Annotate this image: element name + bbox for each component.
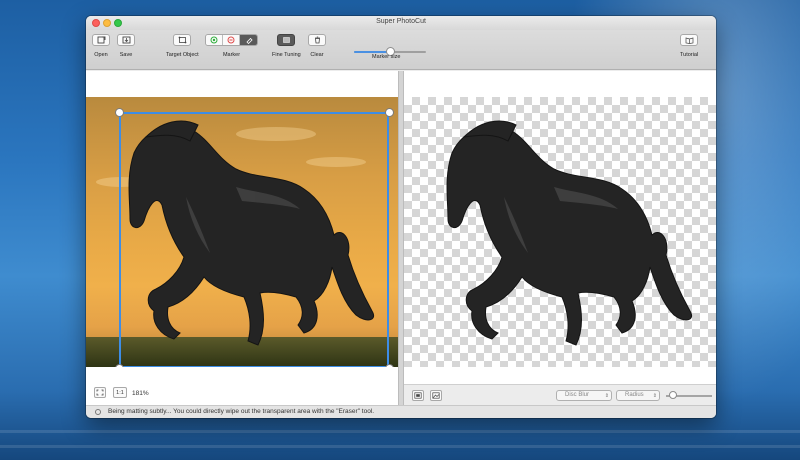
status-bar: Being matting subtly... You could direct… (86, 405, 716, 418)
source-pane: 1:1 181% (86, 71, 398, 405)
fit-screen-icon (96, 389, 104, 396)
tutorial-button-frame[interactable] (680, 34, 699, 46)
plus-circle-icon (210, 36, 218, 44)
save-label: Save (119, 52, 133, 58)
marker-size-label: Marker size (372, 54, 401, 60)
lightbulb-icon (95, 409, 101, 415)
source-pane-footer: 1:1 181% (86, 367, 398, 405)
target-object-button-frame[interactable] (173, 34, 192, 46)
tutorial-button[interactable]: Tutorial (680, 34, 698, 58)
desktop-stripe (0, 430, 800, 433)
save-button[interactable]: Save (117, 34, 135, 58)
fine-tuning-icon (283, 37, 290, 43)
eraser-icon (245, 37, 253, 44)
target-object-icon (178, 36, 187, 44)
target-object-label: Target Object (166, 52, 199, 58)
marker-segmented-control (205, 34, 258, 46)
title-bar: Super PhotoCut (86, 16, 716, 30)
workspace: 1:1 181% Disc Blur ⇕ Radius ⇕ (86, 71, 716, 405)
selection-handle-top-left[interactable] (115, 108, 124, 117)
clear-label: Clear (310, 52, 324, 58)
zoom-level: 181% (132, 390, 149, 397)
radius-slider-knob[interactable] (668, 391, 677, 399)
actual-size-button[interactable]: 1:1 (113, 387, 127, 398)
app-window: Super PhotoCut Open Save Target Object M… (86, 16, 716, 418)
minus-circle-icon (227, 36, 235, 44)
select-arrows-icon: ⇕ (652, 393, 657, 399)
remove-marker-button[interactable] (223, 35, 240, 45)
transparent-canvas (404, 97, 716, 367)
target-object-button[interactable]: Target Object (166, 34, 199, 58)
fine-tuning-button[interactable]: Fine Tuning (272, 34, 301, 58)
fine-tuning-button-frame[interactable] (277, 34, 296, 46)
open-icon (97, 36, 105, 44)
window-title: Super PhotoCut (376, 18, 426, 25)
blur-type-value: Disc Blur (565, 392, 590, 398)
view-original-button[interactable] (412, 390, 424, 401)
open-button[interactable]: Open (92, 34, 110, 58)
toolbar: Open Save Target Object Marker Fine Tuni… (86, 30, 716, 70)
trash-icon (314, 36, 320, 44)
keep-marker-button[interactable] (206, 35, 223, 45)
save-button-frame[interactable] (117, 34, 135, 46)
clear-button-frame[interactable] (308, 34, 326, 46)
selection-handle-top-right[interactable] (385, 108, 394, 117)
tutorial-label: Tutorial (680, 52, 699, 58)
radius-select-value: Radius (625, 392, 644, 398)
blur-type-select[interactable]: Disc Blur ⇕ (556, 390, 612, 401)
background-image-icon (432, 392, 440, 399)
marker-group: Marker (205, 34, 258, 58)
fit-to-window-button[interactable] (94, 387, 106, 398)
select-arrows-icon: ⇕ (604, 393, 609, 399)
book-icon (685, 37, 693, 44)
desktop-stripe (0, 445, 800, 448)
radius-select[interactable]: Radius ⇕ (616, 390, 660, 401)
eraser-button[interactable] (240, 35, 257, 45)
save-icon (122, 36, 130, 44)
marker-label: Marker (222, 52, 241, 58)
result-pane-footer: Disc Blur ⇕ Radius ⇕ (404, 384, 716, 405)
target-object-selection[interactable] (119, 112, 389, 368)
fine-tuning-label: Fine Tuning (272, 52, 301, 58)
status-message: Being matting subtly... You could direct… (108, 408, 375, 415)
image-icon (414, 392, 422, 399)
cutout-horse-image (446, 120, 692, 346)
clear-button[interactable]: Clear (308, 34, 326, 58)
result-pane (404, 71, 716, 405)
open-label: Open (94, 52, 108, 58)
view-background-button[interactable] (430, 390, 442, 401)
marker-size-slider-fill (354, 51, 390, 53)
open-button-frame[interactable] (92, 34, 110, 46)
